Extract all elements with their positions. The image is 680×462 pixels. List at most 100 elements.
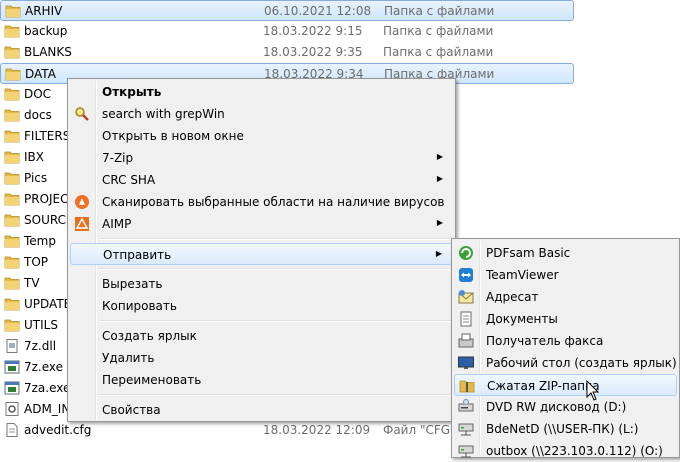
folder-icon xyxy=(4,108,20,122)
zip-folder-icon xyxy=(459,378,475,394)
menu-item-label: Адресат xyxy=(486,290,539,304)
file-name: TV xyxy=(24,276,40,290)
menu-item-label: outbox (\\223.103.0.112) (O:) xyxy=(486,444,663,458)
menu-item[interactable]: Открыть в новом окне xyxy=(70,125,453,147)
folder-icon xyxy=(4,276,20,290)
avast-icon xyxy=(74,194,90,210)
file-row[interactable]: BLANKS 18.03.2022 9:35 Папка с файлами xyxy=(0,42,574,63)
file-row[interactable]: backup 18.03.2022 9:15 Папка с файлами xyxy=(0,21,574,42)
folder-icon xyxy=(5,4,21,18)
menu-item-label: AIMP xyxy=(102,217,132,231)
menu-item-label: Открыть xyxy=(102,85,162,99)
submenu-arrow-icon: ▶ xyxy=(435,249,442,258)
menu-item-label: Сканировать выбранные области на наличие… xyxy=(102,195,445,209)
menu-item[interactable]: 7-Zip ▶ xyxy=(70,147,453,169)
file-row[interactable]: ARHIV 06.10.2021 12:08 Папка с файлами xyxy=(0,0,574,21)
menu-item-label: TeamViewer xyxy=(486,268,559,282)
menu-item-label: CRC SHA xyxy=(102,173,156,187)
menu-item[interactable]: Переименовать xyxy=(70,369,453,391)
submenu-arrow-icon: ▶ xyxy=(436,174,443,183)
folder-icon xyxy=(4,318,20,332)
menu-item[interactable]: BdeNetD (\\USER-ПК) (L:) xyxy=(454,418,677,440)
folder-icon xyxy=(4,192,20,206)
menu-item[interactable]: Рабочий стол (создать ярлык) xyxy=(454,352,677,374)
menu-item-label: Открыть в новом окне xyxy=(102,129,244,143)
file-date: 18.03.2022 9:15 xyxy=(263,24,363,38)
menu-item[interactable]: Адресат xyxy=(454,286,677,308)
aimp-icon xyxy=(74,216,90,232)
menu-item-label: Вырезать xyxy=(102,277,163,291)
menu-separator xyxy=(98,394,453,396)
file-name: 7z.dll xyxy=(24,339,57,353)
file-type: Файл "CFG" xyxy=(383,423,456,437)
menu-item-label: Документы xyxy=(486,312,558,326)
file-name: FILTERS xyxy=(24,129,71,143)
menu-item[interactable]: DVD RW дисковод (D:) xyxy=(454,396,677,418)
context-menu: Открыть search with grepWin Открыть в ново… xyxy=(67,78,456,422)
menu-item[interactable]: Отправить ▶ xyxy=(70,243,453,265)
menu-separator xyxy=(98,320,453,322)
file-name: BLANKS xyxy=(24,45,72,59)
menu-item-label: PDFsam Basic xyxy=(486,246,571,260)
file-date: 18.03.2022 9:35 xyxy=(263,45,363,59)
menu-item[interactable]: Открыть xyxy=(70,81,453,103)
folder-icon xyxy=(4,297,20,311)
menu-item[interactable]: Вырезать xyxy=(70,273,453,295)
folder-icon xyxy=(4,87,20,101)
file-name: UPDATE xyxy=(24,297,72,311)
menu-item-label: Отправить xyxy=(103,248,172,262)
mouse-cursor-icon xyxy=(586,380,600,401)
file-name: docs xyxy=(24,108,52,122)
sendto-submenu: PDFsam Basic TeamViewer Адресат Документы По… xyxy=(451,238,680,458)
file-date: 18.03.2022 12:09 xyxy=(263,423,371,437)
menu-item-label: Создать ярлык xyxy=(102,329,197,343)
network-drive-icon xyxy=(458,421,474,437)
submenu-arrow-icon: ▶ xyxy=(436,218,443,227)
menu-item[interactable]: Документы xyxy=(454,308,677,330)
folder-icon xyxy=(4,171,20,185)
exe-file-icon xyxy=(4,381,20,395)
menu-item[interactable]: search with grepWin xyxy=(70,103,453,125)
file-name: ARHIV xyxy=(25,4,63,18)
pdfsam-icon xyxy=(458,245,474,261)
exe-file-icon xyxy=(4,360,20,374)
network-drive-icon xyxy=(458,443,474,459)
magnifier-icon xyxy=(74,106,90,122)
document-file-icon xyxy=(4,423,20,437)
menu-item-label: Удалить xyxy=(102,351,155,365)
menu-item[interactable]: Удалить xyxy=(70,347,453,369)
file-name: ADM_IN xyxy=(24,402,71,416)
file-name: TOP xyxy=(24,255,49,269)
menu-item-label: search with grepWin xyxy=(102,107,225,121)
menu-item-label: DVD RW дисковод (D:) xyxy=(486,400,627,414)
file-name: UTILS xyxy=(24,318,58,332)
file-name: 7z.exe xyxy=(24,360,64,374)
fax-icon xyxy=(458,333,474,349)
menu-item[interactable]: Сканировать выбранные области на наличие… xyxy=(70,191,453,213)
menu-item[interactable]: Сжатая ZIP-папка xyxy=(454,374,677,396)
menu-item[interactable]: PDFsam Basic xyxy=(454,242,677,264)
menu-item[interactable]: Копировать xyxy=(70,295,453,317)
menu-item[interactable]: AIMP ▶ xyxy=(70,213,453,235)
gear-file-icon xyxy=(4,402,20,416)
file-name: 7za.exe xyxy=(24,381,71,395)
folder-icon xyxy=(4,150,20,164)
folder-icon xyxy=(4,234,20,248)
menu-item-label: Получатель факса xyxy=(486,334,604,348)
menu-item[interactable]: Получатель факса xyxy=(454,330,677,352)
teamviewer-icon xyxy=(458,267,474,283)
menu-separator xyxy=(98,238,453,240)
menu-item[interactable]: Создать ярлык xyxy=(70,325,453,347)
file-type: Папка с файлами xyxy=(384,4,495,18)
menu-item-label: Рабочий стол (создать ярлык) xyxy=(486,356,677,370)
file-name: IBX xyxy=(24,150,44,164)
desktop-icon xyxy=(458,355,474,371)
menu-item-label: Копировать xyxy=(102,299,177,313)
file-name: DATA xyxy=(25,67,56,81)
menu-item[interactable]: TeamViewer xyxy=(454,264,677,286)
menu-item[interactable]: CRC SHA ▶ xyxy=(70,169,453,191)
folder-icon xyxy=(4,213,20,227)
menu-item[interactable]: outbox (\\223.103.0.112) (O:) xyxy=(454,440,677,462)
folder-icon xyxy=(4,129,20,143)
menu-item[interactable]: Свойства xyxy=(70,399,453,421)
